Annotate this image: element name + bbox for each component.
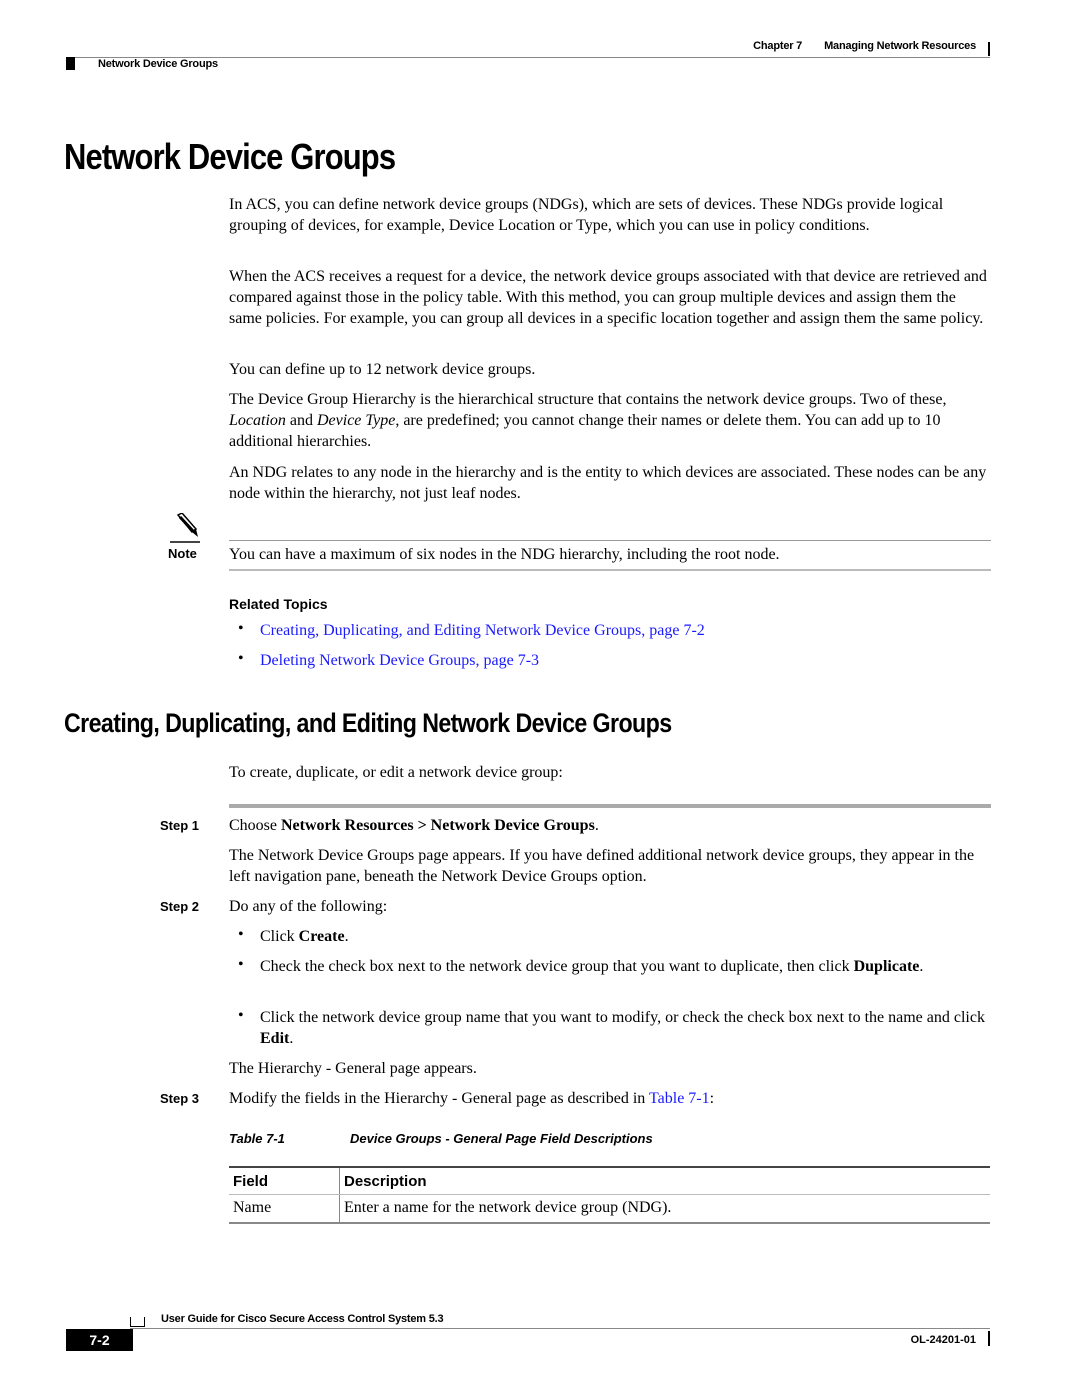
page-number: 7-2 bbox=[66, 1329, 133, 1351]
hierarchy-text-2: and bbox=[285, 412, 317, 429]
note-text: You can have a maximum of six nodes in t… bbox=[229, 546, 780, 563]
header-rule-mark bbox=[988, 42, 990, 56]
duplicate-label: Duplicate bbox=[853, 958, 920, 975]
menu-path: Network Resources > Network Device Group… bbox=[281, 817, 595, 834]
step-1-detail: The Network Device Groups page appears. … bbox=[229, 847, 975, 885]
footer-crop-marks bbox=[130, 1317, 145, 1327]
related-topics-heading: Related Topics bbox=[229, 596, 328, 612]
bullet-icon: • bbox=[238, 926, 244, 943]
intro-paragraph-1: In ACS, you can define network device gr… bbox=[229, 196, 944, 234]
note-label: Note bbox=[168, 546, 197, 561]
table-row: Name Enter a name for the network device… bbox=[229, 1194, 990, 1224]
chapter-title: Managing Network Resources bbox=[824, 40, 976, 52]
bullet-icon: • bbox=[238, 1007, 244, 1024]
table-header-row: Field Description bbox=[229, 1166, 990, 1195]
step-3-label: Step 3 bbox=[160, 1091, 200, 1106]
page-title: Network Device Groups bbox=[64, 136, 396, 177]
ndg-paragraph: An NDG relates to any node in the hierar… bbox=[229, 464, 987, 502]
step-1-label: Step 1 bbox=[160, 818, 200, 833]
doc-number: OL-24201-01 bbox=[910, 1334, 976, 1346]
option-text: Click bbox=[260, 928, 299, 945]
note-rule-bottom bbox=[229, 569, 991, 571]
step-1-post: . bbox=[594, 817, 599, 834]
table-caption-label: Table 7-1 bbox=[229, 1131, 285, 1146]
table-7-1-link[interactable]: Table 7-1 bbox=[649, 1090, 710, 1107]
related-topic-link-1[interactable]: Creating, Duplicating, and Editing Netwo… bbox=[260, 620, 991, 641]
option-text-end: . bbox=[289, 1030, 294, 1047]
footer-rule bbox=[130, 1328, 990, 1329]
table-caption: Table 7-1 Device Groups - General Page F… bbox=[229, 1131, 653, 1146]
edit-label: Edit bbox=[260, 1030, 290, 1047]
step-2-option-create: Click Create. bbox=[260, 926, 991, 947]
option-text: Check the check box next to the network … bbox=[260, 958, 854, 975]
section-intro: To create, duplicate, or edit a network … bbox=[229, 764, 563, 781]
footer-guide-title: User Guide for Cisco Secure Access Contr… bbox=[161, 1313, 444, 1325]
step-2-option-duplicate: Check the check box next to the network … bbox=[260, 956, 991, 977]
step-1-pre: Choose bbox=[229, 817, 281, 834]
cell-description: Enter a name for the network device grou… bbox=[339, 1194, 990, 1224]
hierarchy-text-1: The Device Group Hierarchy is the hierar… bbox=[229, 391, 947, 408]
column-header-description: Description bbox=[339, 1166, 990, 1195]
section-heading: Creating, Duplicating, and Editing Netwo… bbox=[64, 708, 672, 738]
note-icon-rule bbox=[170, 541, 200, 543]
step-3-pre: Modify the fields in the Hierarchy - Gen… bbox=[229, 1090, 649, 1107]
running-header-section: Network Device Groups bbox=[98, 58, 218, 70]
note-pencil-icon bbox=[172, 512, 200, 544]
link-deleting-ndg[interactable]: Deleting Network Device Groups, page 7-3 bbox=[260, 652, 539, 669]
option-text: Click the network device group name that… bbox=[260, 1009, 985, 1026]
bullet-icon: • bbox=[238, 650, 244, 667]
note-rule-top bbox=[229, 540, 991, 541]
hierarchy-em-location: Location bbox=[229, 412, 286, 429]
option-text-end: . bbox=[919, 958, 924, 975]
bullet-icon: • bbox=[238, 956, 244, 973]
column-header-field: Field bbox=[229, 1166, 340, 1195]
intro-paragraph-2: When the ACS receives a request for a de… bbox=[229, 268, 987, 327]
bullet-icon: • bbox=[238, 620, 244, 637]
field-descriptions-table: Field Description Name Enter a name for … bbox=[229, 1166, 990, 1224]
table-caption-title: Device Groups - General Page Field Descr… bbox=[350, 1131, 653, 1146]
link-creating-duplicating-editing[interactable]: Creating, Duplicating, and Editing Netwo… bbox=[260, 622, 705, 639]
related-topic-link-2[interactable]: Deleting Network Device Groups, page 7-3 bbox=[260, 650, 991, 671]
step-2-option-edit: Click the network device group name that… bbox=[260, 1007, 991, 1049]
header-block-mark bbox=[66, 57, 75, 70]
step-2-result: The Hierarchy - General page appears. bbox=[229, 1060, 477, 1077]
hierarchy-em-device-type: Device Type bbox=[317, 412, 396, 429]
step-1-text: Choose Network Resources > Network Devic… bbox=[229, 815, 991, 836]
hierarchy-paragraph: The Device Group Hierarchy is the hierar… bbox=[229, 389, 991, 452]
intro-paragraph-3: You can define up to 12 network device g… bbox=[229, 361, 536, 378]
step-2-label: Step 2 bbox=[160, 899, 200, 914]
chapter-number: Chapter 7 bbox=[753, 40, 803, 52]
step-2-text: Do any of the following: bbox=[229, 898, 388, 915]
procedure-rule bbox=[229, 804, 991, 808]
step-3-text: Modify the fields in the Hierarchy - Gen… bbox=[229, 1088, 991, 1109]
cell-field: Name bbox=[229, 1194, 340, 1224]
running-header-chapter: Chapter 7 Managing Network Resources bbox=[753, 40, 976, 52]
step-3-post: : bbox=[709, 1090, 715, 1107]
create-label: Create bbox=[298, 928, 345, 945]
footer-rule-mark bbox=[988, 1331, 990, 1346]
option-text-end: . bbox=[344, 928, 349, 945]
